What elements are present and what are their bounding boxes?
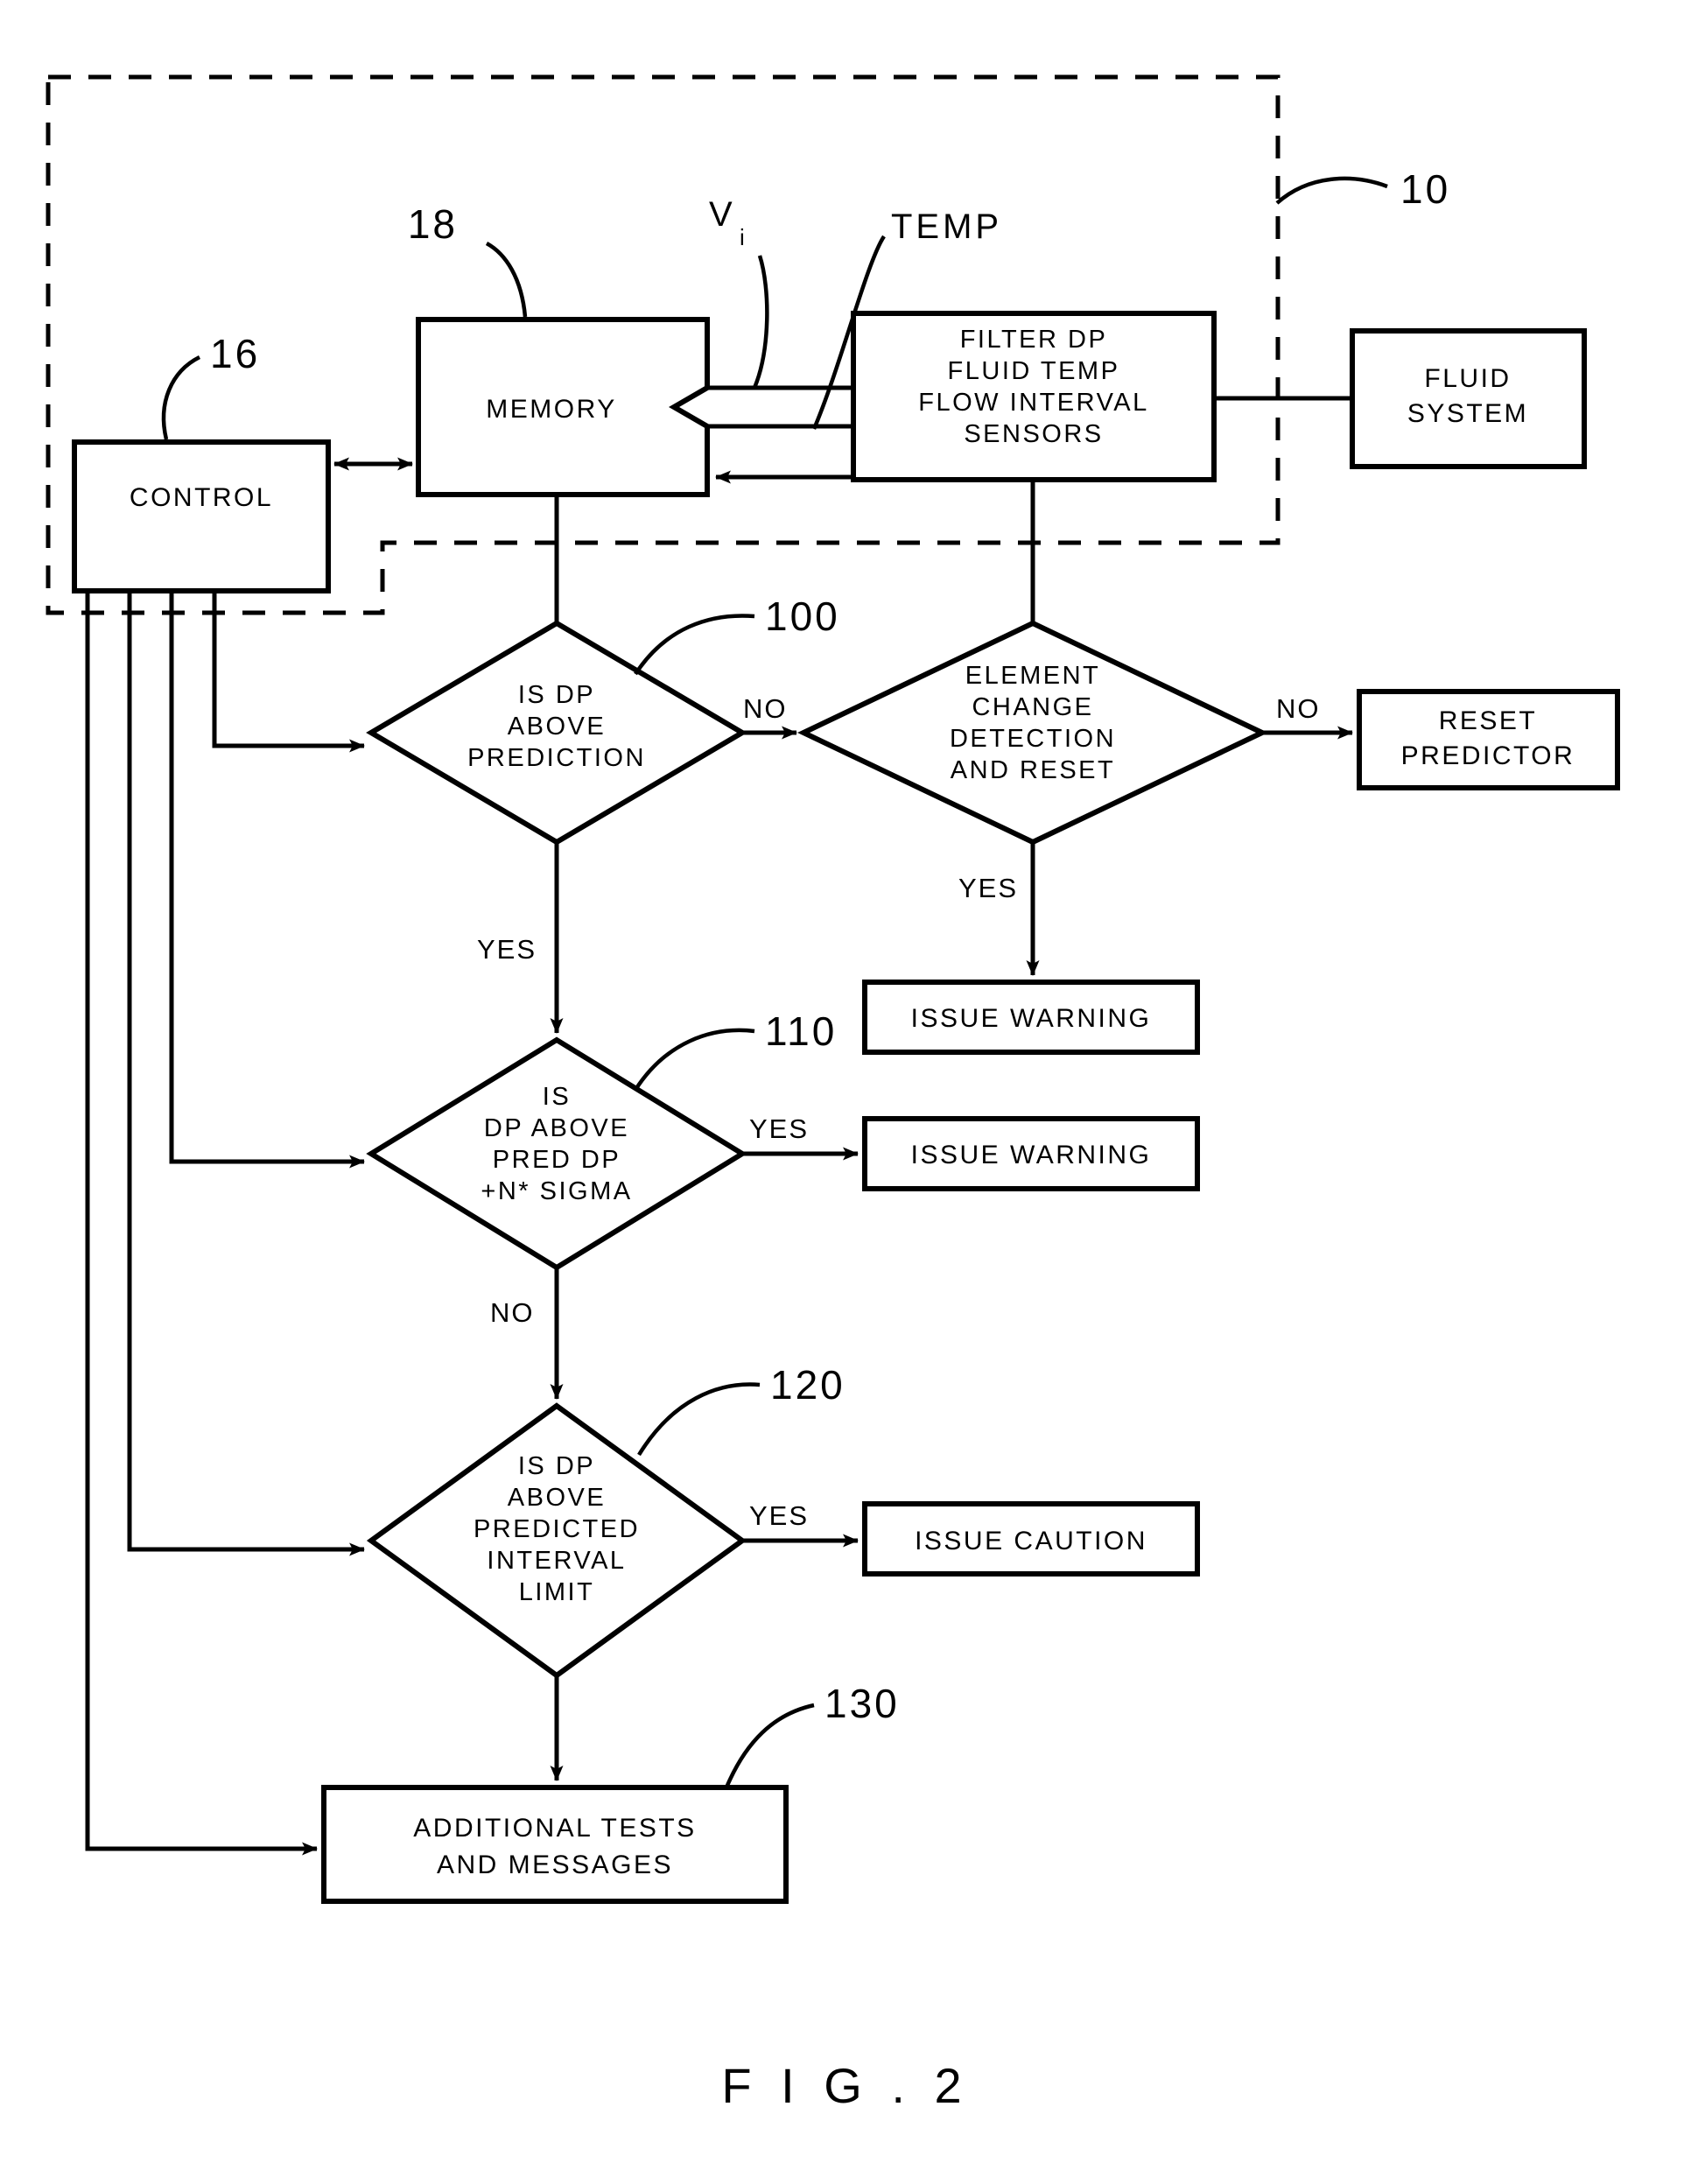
edge-label-100-yes: YES <box>477 934 537 965</box>
reference-leader-130 <box>724 1703 815 1788</box>
block-control[interactable] <box>72 439 331 593</box>
control-label: CONTROL <box>130 483 273 512</box>
figure-caption: F I G . 2 <box>721 2058 970 2113</box>
reference-label-10: 10 <box>1400 166 1450 212</box>
sensors-line2: FLUID TEMP <box>948 357 1120 385</box>
signal-label-temp: TEMP <box>891 207 1002 246</box>
flowchart-svg: 10 CONTROL 16 MEMORY 18 FILTER DP FLUID … <box>46 74 1620 1904</box>
sensors-line3: FLOW INTERVAL <box>918 389 1148 417</box>
edge-sensors-memory-bus <box>707 385 854 429</box>
sensors-line1: FILTER DP <box>960 326 1108 354</box>
block-additional-tests[interactable] <box>321 1785 789 1904</box>
decision-110-line2: DP ABOVE <box>484 1114 629 1142</box>
edge-label-120-yes: YES <box>749 1500 809 1531</box>
sensors-line4: SENSORS <box>964 420 1103 448</box>
decision-element-line2: CHANGE <box>972 693 1093 721</box>
reference-leader-10 <box>1275 176 1388 205</box>
reference-leader-110 <box>634 1028 755 1092</box>
edge-label-110-yes: YES <box>749 1113 809 1144</box>
decision-element-line3: DETECTION <box>950 725 1116 753</box>
control-fanout-lines <box>85 592 365 1856</box>
decision-element-line4: AND RESET <box>951 756 1115 784</box>
edge-label-100-no: NO <box>743 693 788 724</box>
issue-warning-top-label: ISSUE WARNING <box>911 1004 1152 1033</box>
reference-label-130: 130 <box>824 1681 900 1726</box>
issue-warning-mid-label: ISSUE WARNING <box>911 1141 1152 1169</box>
decision-120-line3: PREDICTED <box>474 1515 640 1543</box>
edge-label-110-no: NO <box>490 1297 535 1328</box>
edge-label-element-yes: YES <box>958 873 1018 903</box>
decision-120-line4: INTERVAL <box>487 1547 626 1575</box>
fluid-system-line2: SYSTEM <box>1407 399 1528 428</box>
decision-120-line1: IS DP <box>518 1452 595 1480</box>
figure-caption-wrap: F I G . 2 <box>0 2057 1691 2114</box>
reset-predictor-line2: PREDICTOR <box>1401 741 1575 770</box>
reference-leader-100 <box>634 614 755 676</box>
decision-110-line4: +N* SIGMA <box>481 1177 632 1205</box>
reference-label-18: 18 <box>408 201 458 247</box>
reference-leader-120 <box>637 1382 761 1457</box>
leader-v-signal <box>752 255 769 389</box>
decision-110-line3: PRED DP <box>493 1146 621 1174</box>
decision-100-line3: PREDICTION <box>467 744 646 772</box>
edge-label-element-no: NO <box>1276 693 1321 724</box>
fluid-system-line1: FLUID <box>1424 364 1511 393</box>
additional-tests-line1: ADDITIONAL TESTS <box>413 1814 696 1843</box>
decision-120-line2: ABOVE <box>508 1484 606 1512</box>
reference-label-120: 120 <box>770 1362 846 1408</box>
reference-label-110: 110 <box>765 1008 837 1054</box>
decision-element-line1: ELEMENT <box>965 662 1100 690</box>
decision-110-line1: IS <box>543 1083 571 1111</box>
reference-leader-18 <box>485 242 528 318</box>
memory-label: MEMORY <box>486 395 616 424</box>
decision-100-line2: ABOVE <box>508 713 606 741</box>
decision-120-line5: LIMIT <box>519 1578 595 1606</box>
reference-leader-16 <box>161 355 201 440</box>
additional-tests-line2: AND MESSAGES <box>437 1850 673 1879</box>
decision-100-line1: IS DP <box>518 681 595 709</box>
signal-label-v-subscript: i <box>740 224 747 250</box>
reference-label-16: 16 <box>210 331 260 376</box>
issue-caution-label: ISSUE CAUTION <box>915 1527 1147 1555</box>
reference-label-100: 100 <box>765 593 840 639</box>
reset-predictor-line1: RESET <box>1439 706 1538 735</box>
patent-figure: 10 CONTROL 16 MEMORY 18 FILTER DP FLUID … <box>0 0 1691 2184</box>
signal-label-v: V <box>709 195 736 234</box>
